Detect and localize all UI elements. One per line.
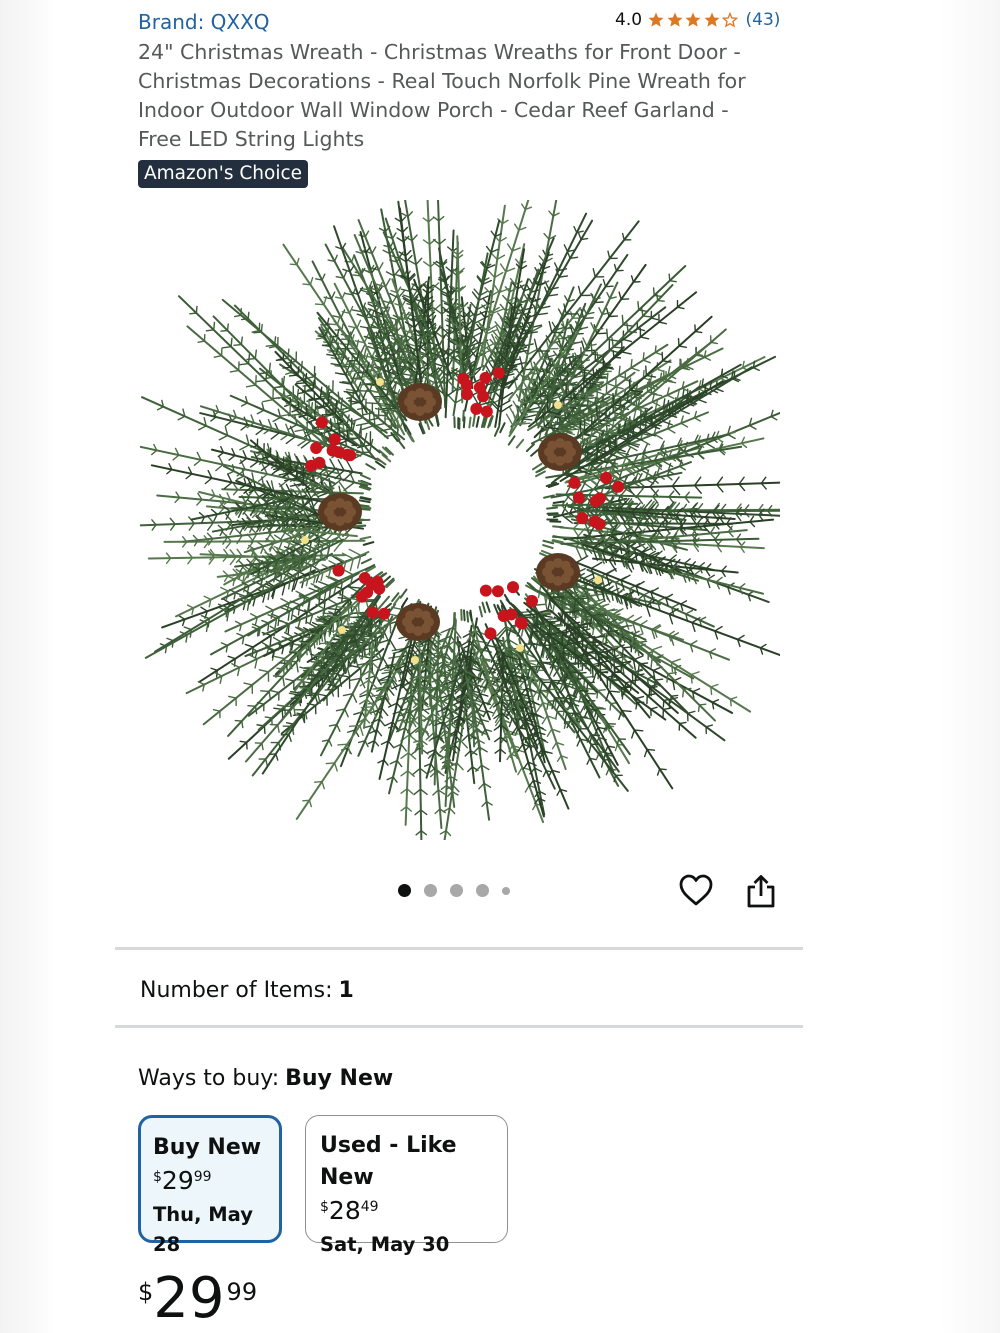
price-currency: $: [320, 1199, 329, 1215]
rating-value: 4.0: [615, 10, 643, 30]
left-screen-edge: [0, 0, 55, 1333]
option-price: $ 28 49: [320, 1194, 507, 1228]
product-title: 24" Christmas Wreath - Christmas Wreaths…: [138, 40, 746, 151]
option-title: Buy New: [153, 1135, 262, 1160]
share-button[interactable]: [744, 872, 778, 910]
ways-to-buy-selected: Buy New: [285, 1066, 394, 1091]
price-fraction: 49: [360, 1199, 379, 1215]
ways-to-buy-row: Ways to buy: Buy New: [138, 1066, 393, 1091]
price-whole: 29: [153, 1266, 225, 1331]
image-carousel-dots[interactable]: [398, 884, 523, 897]
carousel-dot[interactable]: [476, 884, 489, 897]
number-of-items-value: 1: [338, 978, 354, 1003]
buy-new-option[interactable]: Buy New $ 29 99 Thu, May 28: [138, 1115, 282, 1256]
carousel-dot[interactable]: [450, 884, 463, 897]
brand-link[interactable]: Brand: QXXQ: [138, 10, 270, 34]
section-divider: [115, 1025, 803, 1028]
right-screen-edge: [940, 0, 1000, 1333]
heart-icon: [679, 874, 713, 906]
wreath-image-icon: [140, 200, 780, 840]
star-full-icon: [704, 12, 720, 27]
amazons-choice-badge: Amazon's Choice: [138, 160, 309, 188]
product-image[interactable]: [140, 200, 780, 840]
star-full-icon: [685, 12, 701, 27]
option-delivery-date: Thu, May 28: [153, 1203, 253, 1256]
number-of-items-row: Number of Items: 1: [140, 978, 354, 1003]
rating-stars: [647, 11, 740, 29]
carousel-dot-active[interactable]: [398, 884, 411, 897]
price-currency: $: [153, 1169, 162, 1185]
product-price: $ 29 99: [138, 1268, 257, 1330]
price-whole: 28: [328, 1196, 361, 1225]
star-full-icon: [648, 12, 664, 27]
price-fraction: 99: [193, 1169, 212, 1185]
price-currency: $: [138, 1278, 154, 1306]
wishlist-button[interactable]: [678, 872, 714, 910]
carousel-dot[interactable]: [424, 884, 437, 897]
ways-to-buy-label: Ways to buy:: [138, 1066, 280, 1091]
option-delivery-date: Sat, May 30: [320, 1233, 450, 1256]
carousel-dot[interactable]: [502, 886, 510, 895]
section-divider: [115, 947, 803, 950]
option-title: Used - Like New: [320, 1133, 457, 1190]
rating-count-link[interactable]: (43): [746, 10, 781, 30]
star-empty-icon: [721, 11, 739, 28]
number-of-items-label: Number of Items:: [140, 978, 333, 1003]
star-full-icon: [667, 12, 683, 27]
used-like-new-option[interactable]: Used - Like New $ 28 49 Sat, May 30: [305, 1115, 508, 1256]
price-whole: 29: [161, 1166, 194, 1195]
option-price: $ 29 99: [153, 1164, 279, 1198]
price-fraction: 99: [226, 1278, 258, 1306]
share-icon: [747, 875, 775, 908]
rating-summary[interactable]: 4.0 (43): [615, 10, 780, 30]
